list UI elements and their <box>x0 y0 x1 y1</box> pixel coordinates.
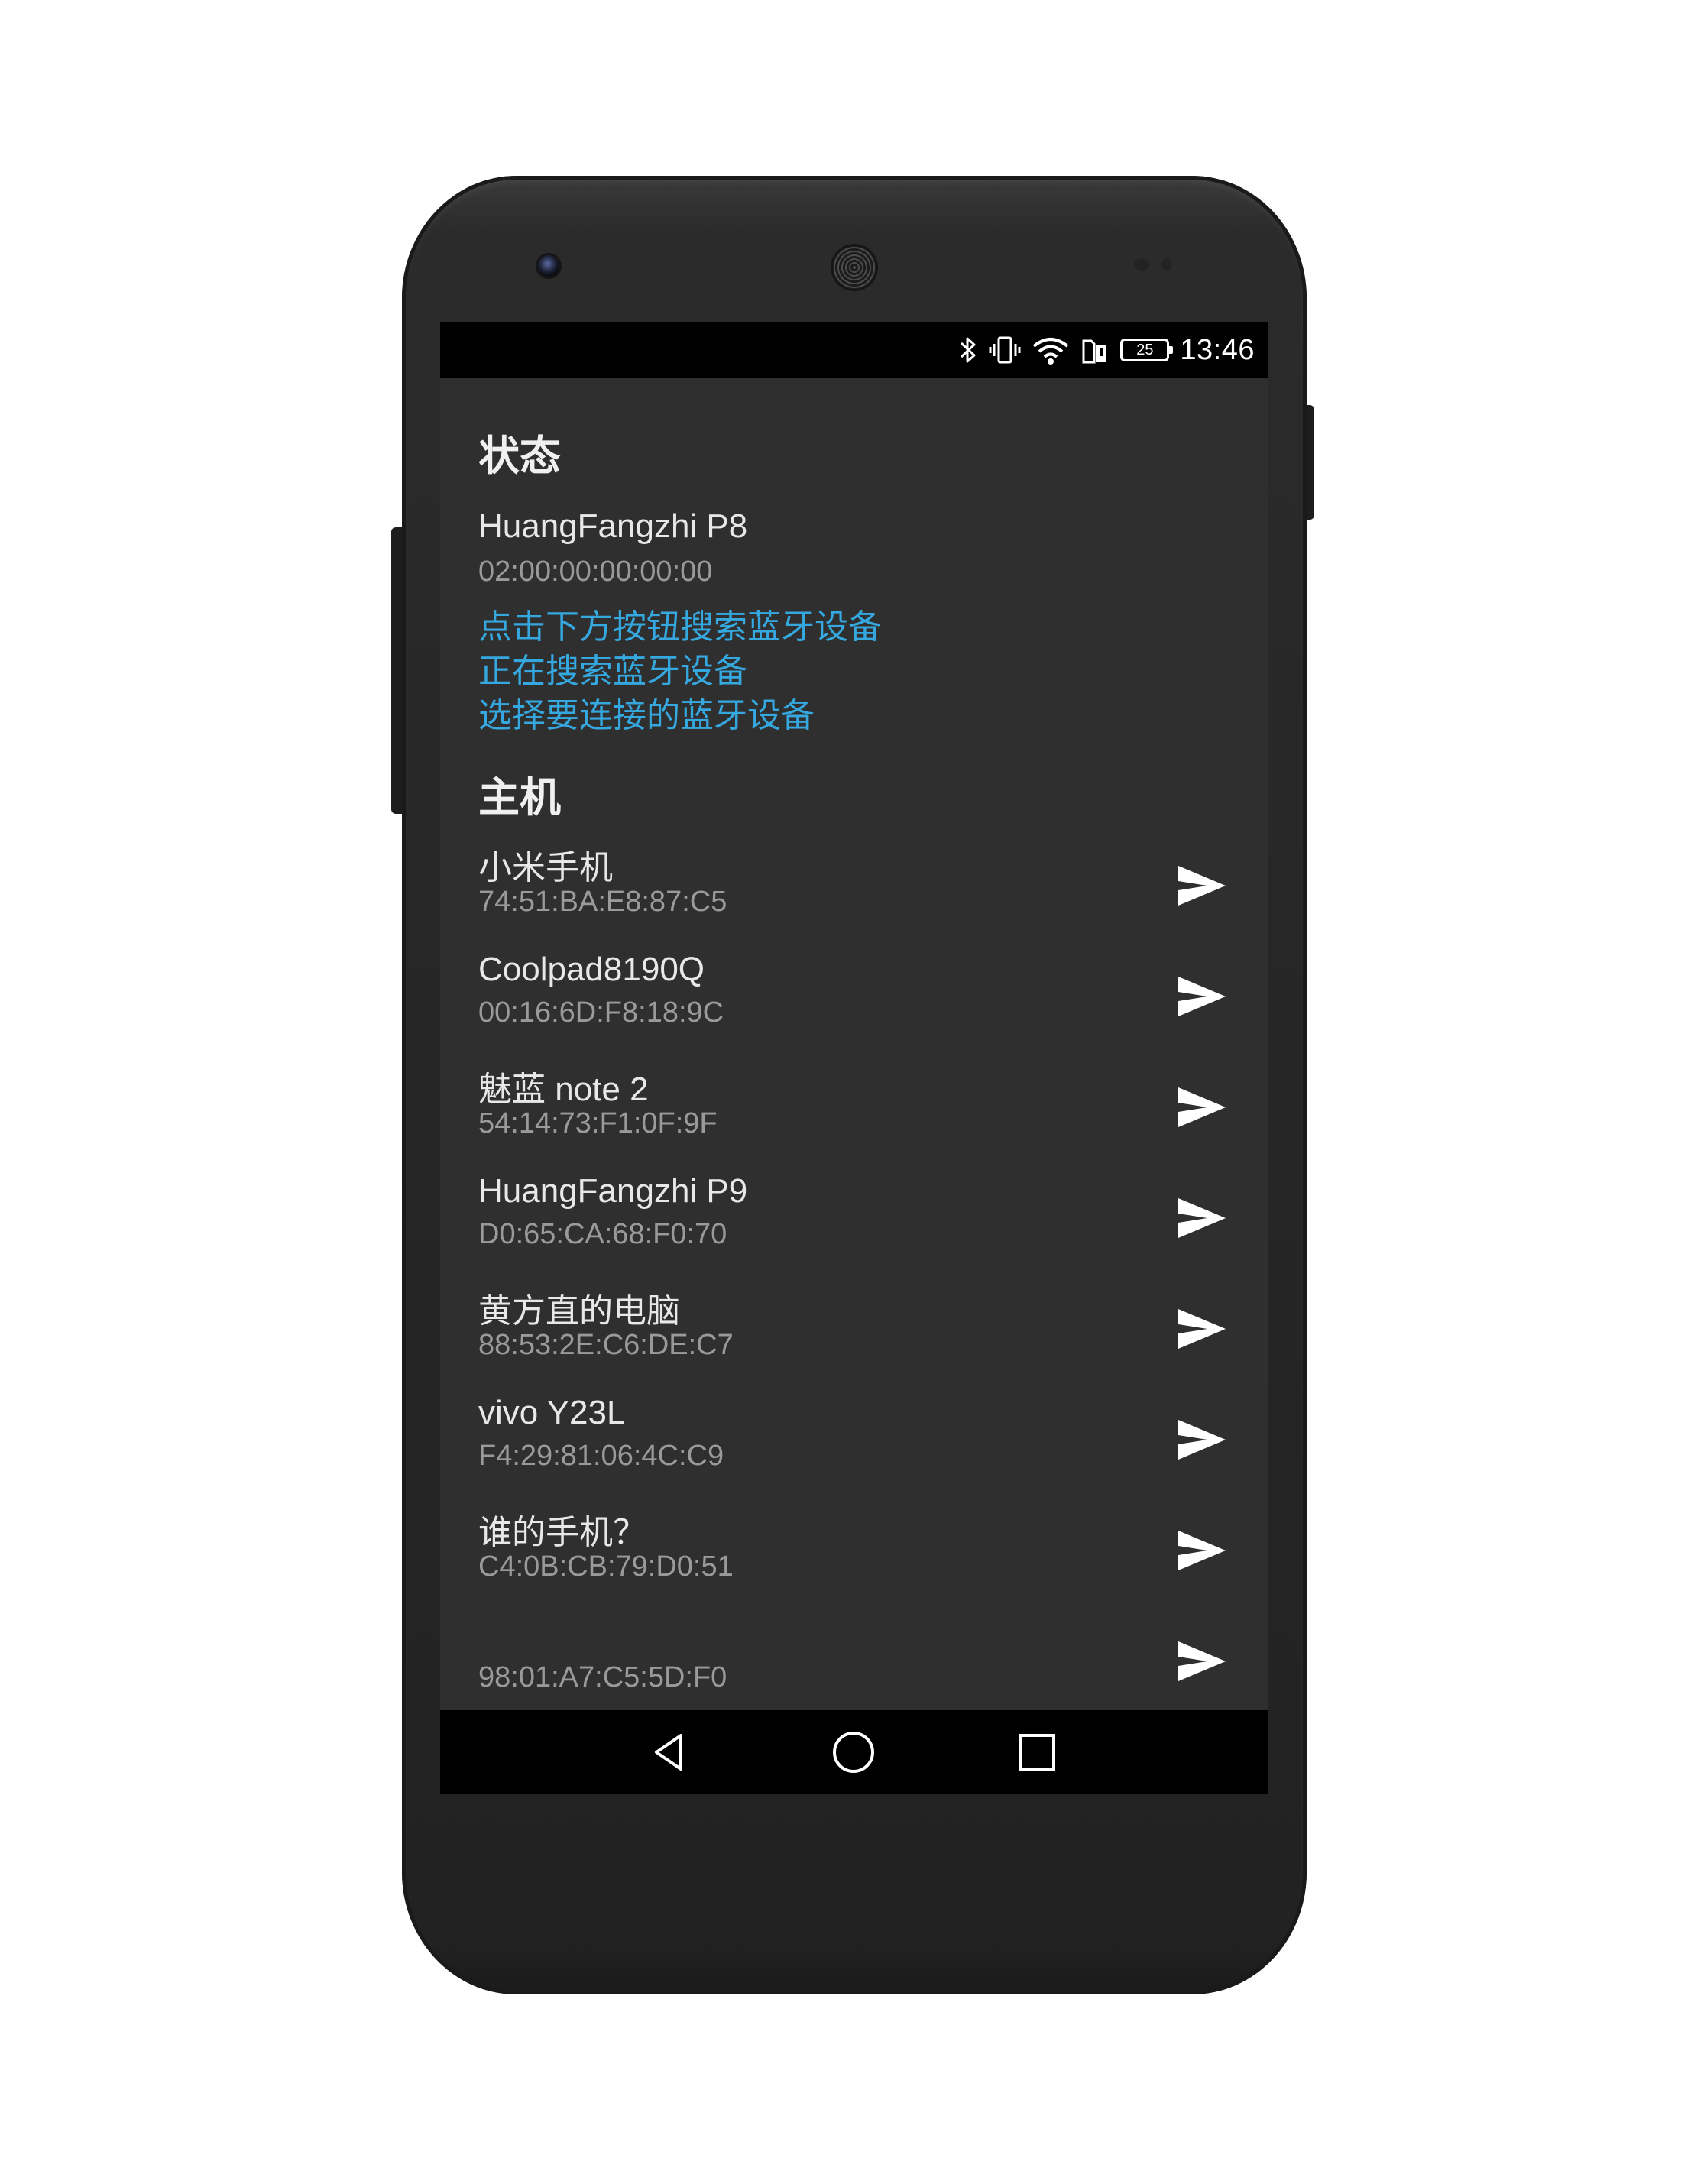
screen: 25 13:46 状态 HuangFangzhi P8 02:00:00:00:… <box>440 322 1268 1794</box>
send-icon[interactable] <box>1175 974 1229 1019</box>
host-device-address: C4:0B:CB:79:D0:51 <box>478 1551 734 1583</box>
send-icon[interactable] <box>1175 863 1229 909</box>
battery-level: 25 <box>1136 341 1154 358</box>
wifi-icon <box>1032 335 1070 365</box>
host-device-address: D0:65:CA:68:F0:70 <box>478 1218 727 1250</box>
sim-icon <box>1080 335 1110 365</box>
recents-icon[interactable] <box>1012 1727 1062 1777</box>
host-device-address: F4:29:81:06:4C:C9 <box>478 1440 724 1472</box>
status-bar: 25 13:46 <box>440 322 1268 378</box>
battery-icon: 25 <box>1120 339 1174 361</box>
host-device-name: vivo Y23L <box>478 1394 626 1431</box>
host-device-row[interactable]: Coolpad8190Q 00:16:6D:F8:18:9C <box>478 951 1268 1061</box>
local-device-address: 02:00:00:00:00:00 <box>478 556 713 588</box>
host-device-name: Coolpad8190Q <box>478 951 705 988</box>
host-device-row[interactable]: 魅蓝 note 2 54:14:73:F1:0F:9F <box>478 1061 1268 1172</box>
send-icon[interactable] <box>1175 1638 1229 1684</box>
host-device-address: 54:14:73:F1:0F:9F <box>478 1107 718 1139</box>
host-device-name: 魅蓝 note 2 <box>478 1071 649 1108</box>
local-device-name: HuangFangzhi P8 <box>478 507 748 545</box>
host-device-address: 88:53:2E:C6:DE:C7 <box>478 1329 734 1361</box>
status-section-title: 状态 <box>478 432 561 480</box>
back-icon[interactable] <box>643 1727 694 1777</box>
navigation-bar <box>440 1710 1268 1794</box>
host-device-name: 谁的手机？ <box>478 1514 646 1551</box>
main-content: 状态 HuangFangzhi P8 02:00:00:00:00:00 点击下… <box>478 378 1268 1710</box>
host-device-row[interactable]: HuangFangzhi P9 D0:65:CA:68:F0:70 <box>478 1172 1268 1283</box>
host-device-name: HuangFangzhi P9 <box>478 1172 748 1210</box>
earpiece-speaker <box>833 246 876 289</box>
host-section-title: 主机 <box>478 773 561 821</box>
host-device-row[interactable]: vivo Y23L F4:29:81:06:4C:C9 <box>478 1394 1268 1505</box>
host-device-address: 98:01:A7:C5:5D:F0 <box>478 1661 727 1693</box>
host-device-address: 74:51:BA:E8:87:C5 <box>478 886 727 918</box>
status-message: 点击下方按钮搜索蓝牙设备 <box>478 608 882 646</box>
status-message: 正在搜索蓝牙设备 <box>478 652 747 691</box>
light-sensor <box>1161 258 1172 271</box>
host-device-name: 小米手机 <box>478 849 613 886</box>
send-icon[interactable] <box>1175 1417 1229 1463</box>
bluetooth-icon <box>958 335 978 365</box>
vibrate-icon <box>989 335 1021 365</box>
send-icon[interactable] <box>1175 1195 1229 1241</box>
host-device-name: 黄方直的电脑 <box>478 1292 680 1330</box>
host-device-row[interactable]: 谁的手机？ C4:0B:CB:79:D0:51 <box>478 1505 1268 1615</box>
host-device-row[interactable]: 黄方直的电脑 88:53:2E:C6:DE:C7 <box>478 1283 1268 1394</box>
status-icons: 25 13:46 <box>958 322 1255 378</box>
home-icon[interactable] <box>828 1727 879 1777</box>
host-device-row[interactable]: 小米手机 74:51:BA:E8:87:C5 <box>478 840 1268 951</box>
status-message: 选择要连接的蓝牙设备 <box>478 696 815 735</box>
send-icon[interactable] <box>1175 1084 1229 1130</box>
send-icon[interactable] <box>1175 1306 1229 1352</box>
clock: 13:46 <box>1180 333 1255 366</box>
proximity-sensor <box>1134 258 1149 271</box>
send-icon[interactable] <box>1175 1528 1229 1573</box>
host-device-address: 00:16:6D:F8:18:9C <box>478 996 724 1029</box>
front-camera <box>538 255 559 277</box>
